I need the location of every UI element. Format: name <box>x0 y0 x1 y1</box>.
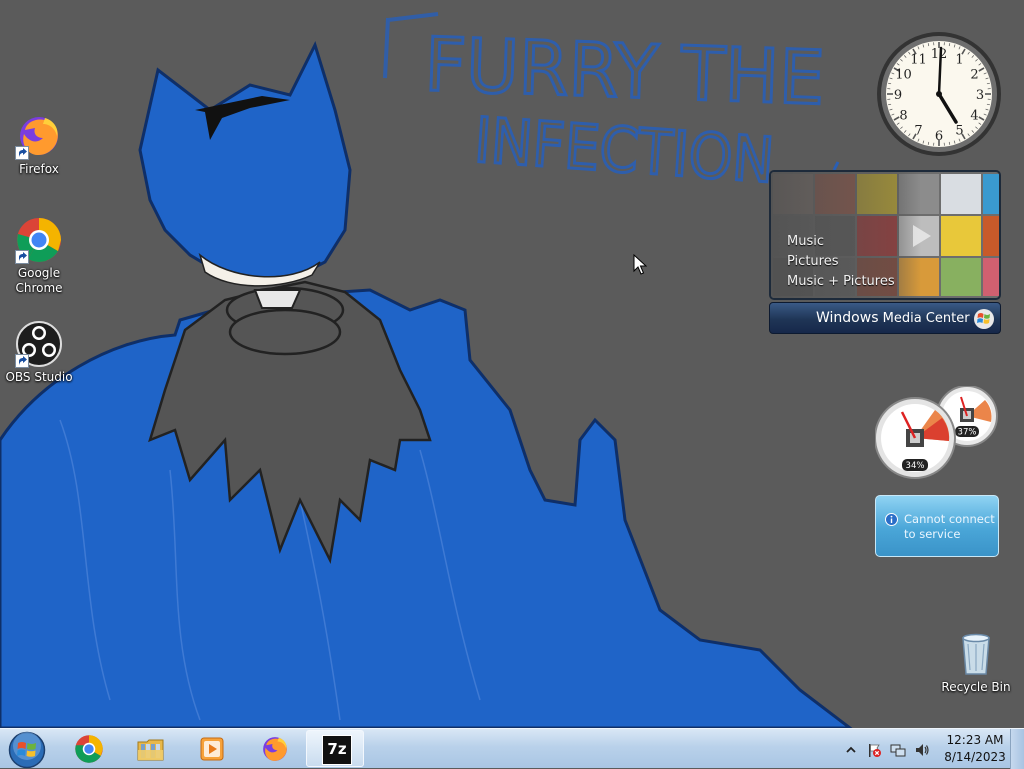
clock-numeral: 4 <box>970 109 978 124</box>
clock-numeral: 5 <box>955 124 963 139</box>
media-center-gadget[interactable]: Music Pictures Music + Pictures Windows … <box>769 170 1001 334</box>
clock-numeral: 10 <box>895 68 912 83</box>
7zip-icon: 7z <box>322 735 352 765</box>
clock-numeral: 2 <box>970 68 978 83</box>
desktop-icon-google-chrome[interactable]: Google Chrome <box>1 216 77 296</box>
taskbar: 7z 12:23 AM 8/14/2023 <box>0 728 1024 768</box>
mouse-cursor-icon <box>633 254 647 276</box>
clock-numeral: 7 <box>914 124 922 139</box>
shortcut-arrow-icon <box>15 354 29 368</box>
desktop-wallpaper: FURRY THE INFECTION <box>0 0 1024 728</box>
start-button[interactable] <box>0 730 54 767</box>
obs-icon <box>15 320 63 368</box>
media-center-launch-bar[interactable]: Windows Media Center <box>769 302 1001 334</box>
firefox-icon <box>260 734 290 764</box>
clock-numeral: 1 <box>955 52 963 67</box>
media-center-title: Windows Media Center <box>816 310 970 326</box>
cpu-meter-gadget[interactable]: 37% 34% <box>875 386 1001 482</box>
taskbar-time: 12:23 AM <box>940 732 1010 749</box>
network-icon[interactable] <box>890 742 906 758</box>
desktop-icon-label: Google Chrome <box>1 266 77 296</box>
action-center-flag-icon[interactable] <box>866 742 882 758</box>
clock-numeral: 12 <box>931 47 948 62</box>
desktop-icon-label: OBS Studio <box>1 370 77 385</box>
chrome-icon <box>15 216 63 264</box>
clock-numeral: 9 <box>894 88 902 103</box>
taskbar-firefox-button[interactable] <box>245 730 303 767</box>
firefox-icon <box>15 112 63 160</box>
media-center-menu-pictures[interactable]: Pictures <box>777 252 907 272</box>
media-center-menu-music-pictures[interactable]: Music + Pictures <box>777 272 907 292</box>
volume-icon[interactable] <box>914 742 930 758</box>
show-desktop-button[interactable] <box>1010 729 1024 769</box>
weather-status-message: Cannot connect to service <box>904 512 996 542</box>
clock-numeral: 3 <box>976 88 984 103</box>
desktop-icon-firefox[interactable]: Firefox <box>1 112 77 177</box>
weather-gadget[interactable]: Cannot connect to service <box>875 495 999 557</box>
shortcut-arrow-icon <box>15 146 29 160</box>
cpu-gauge: 34% <box>875 398 955 478</box>
clock-numeral: 8 <box>899 109 907 124</box>
recycle-bin-icon <box>952 630 1000 678</box>
media-center-menu-music[interactable]: Music <box>777 232 907 252</box>
play-icon <box>905 220 937 252</box>
start-orb-icon <box>8 731 46 769</box>
cpu-percent-label: 34% <box>906 461 925 471</box>
memory-percent-label: 37% <box>958 428 977 438</box>
clock-gadget[interactable]: 12 12 3 45678 9 1011 <box>875 30 1003 158</box>
info-icon <box>885 513 898 526</box>
file-explorer-icon <box>136 734 166 764</box>
taskbar-7zip-button[interactable]: 7z <box>306 730 364 767</box>
taskbar-date: 8/14/2023 <box>940 749 1010 766</box>
taskbar-media-player-button[interactable] <box>182 730 240 767</box>
taskbar-chrome-button[interactable] <box>59 730 117 767</box>
chrome-icon <box>74 734 104 764</box>
media-center-menu: Music Pictures Music + Pictures <box>777 232 907 292</box>
show-hidden-icons-chevron[interactable] <box>843 742 859 758</box>
windows-logo-icon <box>973 308 995 330</box>
clock-numeral: 6 <box>935 129 943 144</box>
desktop-icon-obs-studio[interactable]: OBS Studio <box>1 320 77 385</box>
taskbar-clock[interactable]: 12:23 AM 8/14/2023 <box>940 732 1010 766</box>
desktop-icon-label: Firefox <box>1 162 77 177</box>
taskbar-file-explorer-button[interactable] <box>121 730 179 767</box>
desktop-icon-recycle-bin[interactable]: Recycle Bin <box>938 630 1014 695</box>
clock-numeral: 11 <box>910 52 927 67</box>
media-player-icon <box>197 734 227 764</box>
desktop-icon-label: Recycle Bin <box>938 680 1014 695</box>
7zip-icon-label: 7z <box>327 740 346 758</box>
media-center-panel[interactable]: Music Pictures Music + Pictures <box>769 170 1001 300</box>
shortcut-arrow-icon <box>15 250 29 264</box>
